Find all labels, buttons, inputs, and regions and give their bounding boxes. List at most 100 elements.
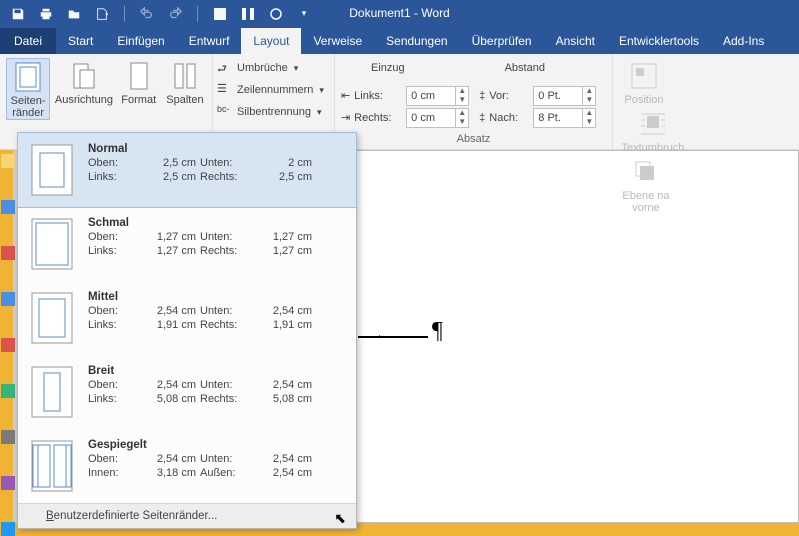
tab-file[interactable]: Datei bbox=[0, 28, 56, 54]
margin-option-title: Gespiegelt bbox=[88, 439, 344, 451]
print-icon[interactable] bbox=[38, 6, 54, 22]
margin-thumb-icon bbox=[30, 217, 74, 271]
textwrap-icon bbox=[637, 108, 669, 140]
linenumbers-button[interactable]: ☰Zeilennummern▾ bbox=[213, 80, 328, 100]
hyphenation-icon: bc‐ bbox=[217, 104, 233, 120]
separator bbox=[197, 6, 198, 22]
pilcrow-icon: ¶ bbox=[432, 318, 443, 345]
spacing-before-icon: ‡ bbox=[479, 90, 485, 102]
indent-right-icon: ⇥ bbox=[341, 111, 350, 124]
custom-margins-label: Benutzerdefinierte Seitenränder... bbox=[46, 510, 217, 522]
orientation-button[interactable]: Ausrichtung bbox=[54, 58, 113, 106]
margin-thumb-icon bbox=[30, 365, 74, 419]
tab-view[interactable]: Ansicht bbox=[544, 28, 607, 54]
margins-label: Seiten- ränder bbox=[11, 95, 46, 119]
margin-thumb-icon bbox=[30, 439, 74, 493]
indent-left-icon: ⇤ bbox=[341, 89, 350, 102]
tab-insert[interactable]: Einfügen bbox=[105, 28, 176, 54]
margin-option-normal[interactable]: NormalOben:2,5 cmUnten:2 cmLinks:2,5 cmR… bbox=[17, 132, 357, 208]
breaks-button[interactable]: ⮐Umbrüche▾ bbox=[213, 58, 328, 78]
breaks-label: Umbrüche bbox=[237, 62, 288, 74]
tab-references[interactable]: Verweise bbox=[301, 28, 374, 54]
margin-option-title: Breit bbox=[88, 365, 344, 377]
indent-left-field[interactable]: 0 cm▲▼ bbox=[406, 86, 469, 106]
tab-arrow-icon: → bbox=[370, 326, 384, 342]
margin-option-title: Normal bbox=[88, 143, 344, 155]
desktop-icons bbox=[0, 154, 17, 536]
stop-icon[interactable] bbox=[212, 6, 228, 22]
group-paragraph: Einzug Abstand ⇤ Links: 0 cm▲▼ ‡ Vor: 0 … bbox=[335, 54, 613, 149]
bringforward-button[interactable]: Ebene na vorne bbox=[619, 154, 673, 214]
indent-left-label: Links: bbox=[354, 90, 402, 102]
qat-more-icon[interactable]: ▾ bbox=[296, 6, 312, 22]
orientation-icon bbox=[68, 60, 100, 92]
margin-thumb-icon bbox=[30, 143, 74, 197]
pause-icon[interactable] bbox=[240, 6, 256, 22]
tab-underline bbox=[358, 336, 428, 338]
position-button[interactable]: Position bbox=[619, 58, 669, 106]
tab-mailings[interactable]: Sendungen bbox=[374, 28, 459, 54]
margin-option-title: Mittel bbox=[88, 291, 344, 303]
group-arrange: Position Textumbruch Ebene na vorne bbox=[613, 54, 693, 149]
margins-dropdown: NormalOben:2,5 cmUnten:2 cmLinks:2,5 cmR… bbox=[17, 132, 357, 529]
indent-right-value: 0 cm bbox=[407, 112, 455, 124]
margin-option-mittel[interactable]: MittelOben:2,54 cmUnten:2,54 cmLinks:1,9… bbox=[18, 281, 356, 355]
linenumbers-label: Zeilennummern bbox=[237, 84, 313, 96]
margin-option-breit[interactable]: BreitOben:2,54 cmUnten:2,54 cmLinks:5,08… bbox=[18, 355, 356, 429]
redo-icon[interactable] bbox=[167, 6, 183, 22]
spacing-before-value: 0 Pt. bbox=[534, 90, 582, 102]
margin-option-gespiegelt[interactable]: GespiegeltOben:2,54 cmUnten:2,54 cmInnen… bbox=[18, 429, 356, 503]
tab-design[interactable]: Entwurf bbox=[177, 28, 242, 54]
paragraph-caption: Absatz bbox=[341, 133, 606, 147]
undo-icon[interactable] bbox=[139, 6, 155, 22]
columns-icon bbox=[169, 60, 201, 92]
indent-heading: Einzug bbox=[371, 62, 405, 74]
textwrap-button[interactable]: Textumbruch bbox=[619, 106, 687, 154]
bringforward-icon bbox=[630, 156, 662, 188]
spacing-before-field[interactable]: 0 Pt.▲▼ bbox=[533, 86, 596, 106]
margins-icon bbox=[12, 61, 44, 93]
spacing-after-label: Nach: bbox=[489, 112, 529, 124]
record-icon[interactable] bbox=[268, 6, 284, 22]
tab-layout[interactable]: Layout bbox=[241, 28, 301, 54]
linenumbers-icon: ☰ bbox=[217, 82, 233, 98]
down-arrow[interactable]: ▼ bbox=[456, 118, 468, 127]
margin-option-schmal[interactable]: SchmalOben:1,27 cmUnten:1,27 cmLinks:1,2… bbox=[18, 207, 356, 281]
spacing-before-label: Vor: bbox=[489, 90, 529, 102]
indent-right-label: Rechts: bbox=[354, 112, 402, 124]
spacing-after-field[interactable]: 8 Pt.▲▼ bbox=[533, 108, 596, 128]
position-icon bbox=[628, 60, 660, 92]
spacing-heading: Abstand bbox=[505, 62, 545, 74]
hyphenation-label: Silbentrennung bbox=[237, 106, 311, 118]
new-icon[interactable] bbox=[94, 6, 110, 22]
down-arrow[interactable]: ▼ bbox=[583, 118, 595, 127]
margin-thumb-icon bbox=[30, 291, 74, 345]
columns-button[interactable]: Spalten bbox=[164, 58, 206, 106]
columns-label: Spalten bbox=[166, 94, 203, 106]
down-arrow[interactable]: ▼ bbox=[456, 96, 468, 105]
tab-review[interactable]: Überprüfen bbox=[460, 28, 544, 54]
tab-developer[interactable]: Entwicklertools bbox=[607, 28, 711, 54]
size-button[interactable]: Format bbox=[118, 58, 160, 106]
size-label: Format bbox=[121, 94, 156, 106]
margins-button[interactable]: Seiten- ränder bbox=[6, 58, 50, 120]
open-icon[interactable] bbox=[66, 6, 82, 22]
position-label: Position bbox=[624, 94, 663, 106]
hyphenation-button[interactable]: bc‐Silbentrennung▾ bbox=[213, 102, 328, 122]
indent-right-field[interactable]: 0 cm▲▼ bbox=[406, 108, 469, 128]
spacing-after-value: 8 Pt. bbox=[534, 112, 582, 124]
tab-addins[interactable]: Add-Ins bbox=[711, 28, 776, 54]
margin-option-title: Schmal bbox=[88, 217, 344, 229]
textwrap-label: Textumbruch bbox=[621, 142, 684, 154]
breaks-icon: ⮐ bbox=[217, 60, 233, 76]
orientation-label: Ausrichtung bbox=[55, 94, 113, 106]
separator bbox=[124, 6, 125, 22]
save-icon[interactable] bbox=[10, 6, 26, 22]
titlebar: ▾ Dokument1 - Word bbox=[0, 0, 799, 27]
down-arrow[interactable]: ▼ bbox=[583, 96, 595, 105]
cursor-icon: ⬉ bbox=[334, 510, 346, 527]
custom-margins-item[interactable]: Benutzerdefinierte Seitenränder... ⬉ bbox=[18, 503, 356, 528]
quick-access-toolbar: ▾ bbox=[0, 6, 312, 22]
ribbon-tabs: Datei Start Einfügen Entwurf Layout Verw… bbox=[0, 27, 799, 54]
tab-start[interactable]: Start bbox=[56, 28, 105, 54]
